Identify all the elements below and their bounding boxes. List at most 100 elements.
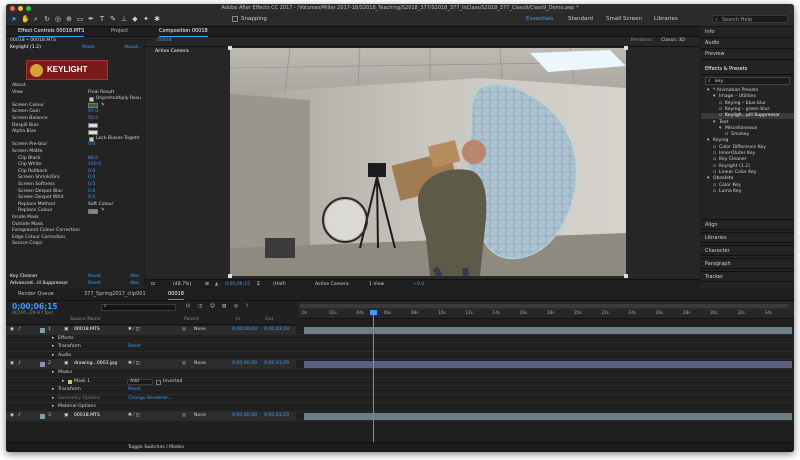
- effects-tree-item[interactable]: ▫ Keying – blue blur: [701, 101, 794, 107]
- comp-viewer[interactable]: [230, 48, 626, 276]
- graph-editor-icon[interactable]: ⌇: [246, 304, 248, 310]
- layer-label-color[interactable]: [40, 362, 45, 368]
- parent-pickwhip-icon[interactable]: ◎: [182, 361, 186, 367]
- shy-icon[interactable]: ☺: [210, 304, 215, 310]
- property-group-name[interactable]: Audio: [58, 353, 71, 359]
- eye-icon[interactable]: ◉: [10, 413, 14, 419]
- camera-tool-icon[interactable]: ◎: [54, 15, 62, 23]
- expand-arrow-icon[interactable]: ▸: [52, 387, 54, 393]
- effects-presets-header[interactable]: Effects & Presets: [701, 64, 794, 75]
- expand-arrow-icon[interactable]: ▸: [52, 344, 54, 350]
- playhead-handle[interactable]: [370, 310, 377, 315]
- audio-icon[interactable]: ♪: [18, 327, 21, 333]
- effect-property-row[interactable]: Unpremultiply Resu: [6, 96, 144, 103]
- property-value[interactable]: Final Result: [88, 90, 114, 96]
- effects-tree-item[interactable]: ▫ Linear Color Key: [701, 170, 794, 176]
- parent-select[interactable]: None: [194, 361, 206, 367]
- work-area-bar[interactable]: [298, 302, 794, 310]
- effects-tree-item[interactable]: ▫ Color Difference Key: [701, 145, 794, 151]
- color-swatch[interactable]: [88, 123, 98, 129]
- timeline-timecode[interactable]: 0;00;06;15: [12, 302, 58, 311]
- tab-render-queue[interactable]: Render Queue: [18, 291, 54, 298]
- reset-link[interactable]: Reset: [88, 274, 101, 280]
- parent-select[interactable]: None: [194, 413, 206, 419]
- snapshot-icon[interactable]: ⌼: [257, 282, 260, 288]
- layer-in-point[interactable]: 0;00;00;00: [232, 327, 257, 333]
- layer-label-color[interactable]: [40, 328, 45, 333]
- property-group-name[interactable]: Transform: [58, 387, 81, 393]
- layer-out-point[interactable]: 0;00;43;29: [264, 413, 289, 419]
- property-group-name[interactable]: Geometry Options: [58, 396, 100, 402]
- comp-subtab[interactable]: 00018: [157, 38, 172, 44]
- mask-name[interactable]: Mask 1: [74, 379, 90, 385]
- panel-header-paragraph[interactable]: Paragraph: [701, 258, 794, 269]
- effects-tree-item[interactable]: ▫ Inner/Outer Key: [701, 151, 794, 157]
- effect-property-row[interactable]: Replace Colour ✎: [6, 208, 144, 215]
- effect-property-row[interactable]: Source Crops: [6, 241, 144, 248]
- roto-brush-tool-icon[interactable]: ✦: [142, 15, 150, 23]
- effect-property-row[interactable]: Screen Pre-blur 0.0: [6, 142, 144, 149]
- property-value[interactable]: 0.0: [88, 169, 95, 175]
- property-value[interactable]: Unpremultiply Resu: [96, 96, 141, 102]
- layer-name[interactable]: drawing...0003.jpg: [74, 361, 117, 367]
- about-link[interactable]: About...: [124, 45, 142, 51]
- eyedropper-icon[interactable]: ✎: [101, 103, 105, 109]
- switches-icon[interactable]: ✱ ⁄ ◫: [128, 413, 140, 419]
- parent-pickwhip-icon[interactable]: ◎: [182, 327, 186, 333]
- color-swatch[interactable]: [88, 129, 98, 135]
- effects-tree-item[interactable]: ▫ Keylight (1.2): [701, 164, 794, 170]
- audio-panel-header[interactable]: Audio: [701, 38, 794, 49]
- eyedropper-icon[interactable]: ✎: [101, 208, 105, 214]
- zoom-window-button[interactable]: [26, 6, 31, 11]
- expand-arrow-icon[interactable]: ▸: [52, 353, 54, 359]
- property-action-link[interactable]: Reset: [128, 387, 141, 393]
- effects-tree-item[interactable]: ▫ Keyligh...pill Suppressor: [701, 113, 794, 120]
- clone-stamp-tool-icon[interactable]: ⊥: [120, 15, 128, 23]
- about-link[interactable]: Abo: [130, 274, 139, 280]
- tab-composition[interactable]: Composition 00018: [159, 28, 208, 37]
- brush-tool-icon[interactable]: ✎: [109, 15, 117, 23]
- rotate-tool-icon[interactable]: ↻: [43, 15, 51, 23]
- effects-tree-item[interactable]: ▫ Key Cleaner: [701, 157, 794, 163]
- effect-row[interactable]: Key Cleaner Reset Abo: [6, 274, 144, 281]
- tab-effect-controls[interactable]: Effect Controls 00018.MTS: [18, 28, 85, 37]
- workspace-essentials[interactable]: Essentials: [526, 16, 554, 22]
- comp-timecode[interactable]: 0;00;06;15: [225, 282, 250, 288]
- parent-pickwhip-icon[interactable]: ◎: [182, 413, 186, 419]
- eraser-tool-icon[interactable]: ◆: [131, 15, 139, 23]
- audio-icon[interactable]: ♪: [18, 361, 21, 367]
- handle-bottom-left[interactable]: [228, 274, 232, 278]
- panel-header-align[interactable]: Align: [701, 219, 794, 230]
- motion-blur-icon[interactable]: ◎: [234, 304, 238, 310]
- layer-name[interactable]: 00018.MTS: [74, 413, 100, 419]
- playhead[interactable]: [370, 310, 377, 445]
- property-action-link[interactable]: Reset: [128, 344, 141, 350]
- toggle-switches-modes[interactable]: Toggle Switches / Modes: [128, 445, 184, 451]
- property-value[interactable]: 0.5: [88, 182, 95, 188]
- mask-color-swatch[interactable]: [68, 379, 72, 384]
- effects-tree-item[interactable]: ▾ Image – Utilities: [701, 94, 794, 100]
- grid-icon[interactable]: ⊞: [205, 282, 209, 288]
- property-value[interactable]: 0.0: [88, 175, 95, 181]
- expand-arrow-icon[interactable]: ▸: [52, 336, 54, 342]
- property-value[interactable]: 97.0: [88, 109, 98, 115]
- effects-tree-item[interactable]: ▫ Color Key: [701, 183, 794, 189]
- workspace-small-screen[interactable]: Small Screen: [606, 16, 642, 22]
- parent-select[interactable]: None: [194, 327, 206, 333]
- property-group-name[interactable]: Effects: [58, 336, 74, 342]
- handle-top-left[interactable]: [228, 46, 232, 50]
- effect-row[interactable]: Advanced...ill Suppressor Reset Abo: [6, 281, 144, 288]
- effects-tree-item[interactable]: ▾ Keying: [701, 138, 794, 144]
- effect-property-row[interactable]: Screen Balance 50.0: [6, 116, 144, 123]
- effect-property-row[interactable]: Clip White 100.0: [6, 162, 144, 169]
- exposure-value[interactable]: +0.0: [413, 282, 424, 288]
- mask-visibility-icon[interactable]: ◭: [215, 282, 219, 288]
- checkbox[interactable]: [89, 97, 94, 103]
- help-search-input[interactable]: ⌕ Search Help: [712, 15, 788, 23]
- switches-icon[interactable]: ✱ ⁄ ◫: [128, 361, 140, 367]
- effect-property-row[interactable]: Screen Matte: [6, 149, 144, 156]
- zoom-level[interactable]: (48.7%): [173, 282, 191, 288]
- hand-tool-icon[interactable]: ✋: [21, 15, 30, 23]
- effect-property-row[interactable]: Inside Mask: [6, 215, 144, 222]
- layer-out-point[interactable]: 0;00;43;29: [264, 361, 289, 367]
